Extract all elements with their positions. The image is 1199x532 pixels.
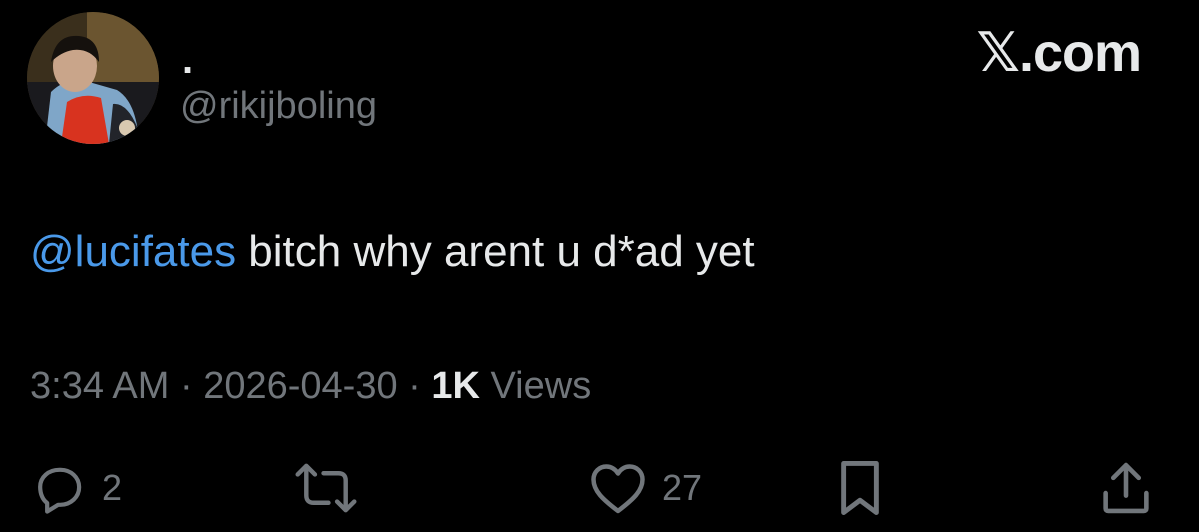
meta-separator: · [397,365,432,407]
author-display-name[interactable]: . [182,40,193,80]
views-count[interactable]: 1K [431,365,480,407]
reply-count: 2 [102,467,123,508]
tweet-body: bitch why arent u d*ad yet [236,227,755,276]
retweet-button[interactable] [294,456,358,520]
views-label[interactable]: Views [480,365,592,407]
author-handle[interactable]: @rikijboling [180,84,377,130]
retweet-icon [295,463,357,513]
bookmark-button[interactable] [832,456,888,520]
share-button[interactable] [1098,456,1154,520]
meta-separator: · [169,365,204,407]
mention-link[interactable]: @lucifates [30,227,236,276]
share-icon [1103,462,1149,514]
reply-button[interactable]: 2 [32,456,122,520]
tweet-time[interactable]: 3:34 AM [30,365,169,407]
avatar[interactable] [27,12,159,144]
bookmark-icon [841,461,879,515]
like-button[interactable]: 27 [588,456,702,520]
like-count: 27 [662,467,703,508]
tweet-text: @lucifates bitch why arent u d*ad yet [30,226,755,279]
reply-icon [38,467,82,514]
x-logo: 𝕏.com [976,23,1142,83]
profile-photo [27,12,159,144]
tweet-date[interactable]: 2026-04-30 [203,365,397,407]
action-bar: 2 27 [0,456,1199,526]
heart-icon [591,464,645,514]
tweet-meta: 3:34 AM · 2026-04-30 · 1K Views [30,364,591,410]
